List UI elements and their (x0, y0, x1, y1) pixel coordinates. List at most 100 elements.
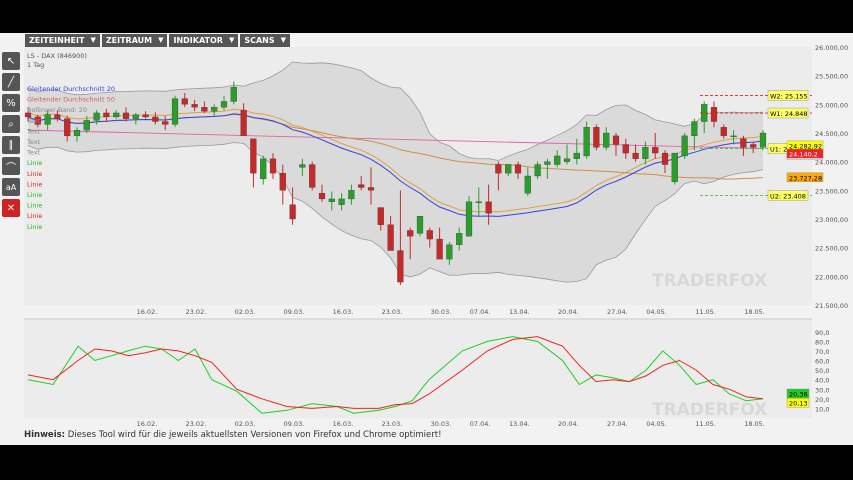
candle-body (348, 190, 355, 200)
candle-body (162, 121, 169, 125)
candle-body (465, 201, 473, 237)
x-tick-label: 11.05. (695, 308, 716, 316)
legend-entry: Text (26, 117, 41, 125)
x-tick-label: 30.03. (431, 308, 452, 316)
candle-body (387, 224, 394, 251)
level-label: W1: 24.848 (770, 110, 808, 118)
chart-area[interactable]: W2: 25.155W1: 24.848U1: 24.230U2: 23.408… (0, 33, 853, 428)
y-tick-label: 23.500,00 (815, 187, 848, 195)
candle-body (534, 164, 541, 177)
candle-body (426, 230, 433, 240)
candle-body (83, 120, 90, 131)
x-tick-label-osc: 16.03. (333, 420, 354, 428)
x-tick-label-osc: 04.05. (646, 420, 667, 428)
candle-body (309, 164, 316, 188)
legend-entry: Linie (27, 191, 42, 199)
x-tick-label-osc: 16.02. (137, 420, 158, 428)
candle-body (514, 164, 522, 174)
candle-body (289, 204, 296, 220)
x-tick-label: 13.04. (509, 308, 530, 316)
x-tick-label-osc: 27.04. (607, 420, 628, 428)
instrument-label: LS - DAX (846900) (27, 52, 87, 60)
candle-body (54, 114, 61, 119)
candle-body (64, 118, 71, 137)
x-tick-label-osc: 11.05. (695, 420, 716, 428)
y-tick-label: 25.500,00 (815, 73, 848, 81)
x-tick-label: 07.04. (470, 308, 491, 316)
candle-body (710, 107, 718, 122)
candle-body (142, 114, 149, 118)
legend-entry: Linie (27, 223, 42, 231)
y-tick-label: 21.500,00 (815, 302, 848, 310)
y-tick-label: 25.000,00 (815, 101, 848, 109)
osc-y-tick-label: 90,0 (815, 329, 829, 337)
osc-y-tick-label: 70,0 (815, 348, 829, 356)
candle (681, 133, 688, 159)
legend-entry: Gleitender Durchschnitt 20 (27, 85, 115, 93)
candle-body (750, 144, 757, 148)
candle-body (475, 201, 482, 203)
candle-body (759, 132, 767, 148)
candle-body (103, 112, 110, 118)
y-tick-label: 22.500,00 (815, 245, 848, 253)
candle-body (495, 164, 502, 174)
candle-body (642, 147, 649, 159)
x-tick-label: 16.03. (333, 308, 354, 316)
candle (593, 124, 600, 151)
timeframe-label: 1 Tag (27, 61, 44, 69)
watermark-text-osc: TRADERFOX (652, 400, 767, 420)
x-tick-label-osc: 23.03. (382, 420, 403, 428)
candle-body (181, 98, 188, 105)
hint-label: Hinweis: (24, 430, 66, 440)
candle-body (661, 152, 669, 165)
candle (171, 95, 179, 128)
x-tick-label-osc: 20.04. (558, 420, 579, 428)
x-tick-label-osc: 23.02. (186, 420, 207, 428)
y-tick-label: 22.000,00 (815, 273, 848, 281)
candle-body (328, 198, 335, 202)
x-tick-label: 09.03. (284, 308, 305, 316)
legend-entry: Text (26, 127, 41, 135)
candle-body (220, 101, 228, 108)
candle-body (740, 138, 747, 148)
x-tick-label: 04.05. (646, 308, 667, 316)
osc-y-tick-label: 80,0 (815, 338, 829, 346)
legend-entry: Text (26, 138, 41, 146)
candle-body (201, 107, 208, 112)
legend-entry: Linie (27, 212, 42, 220)
osc-y-tick-label: 10,0 (815, 405, 829, 413)
y-tick-label: 23.000,00 (815, 216, 848, 224)
candle-body (612, 135, 620, 145)
candle-body (250, 138, 257, 174)
candle-body (397, 250, 404, 283)
candle-body (171, 98, 179, 125)
candle-body (730, 135, 737, 138)
candle-body (456, 233, 463, 245)
legend-entry: Linie (27, 180, 42, 188)
osc-y-tick-label: 50,0 (815, 367, 829, 375)
x-tick-label: 27.04. (607, 308, 628, 316)
candle-body (377, 207, 384, 225)
candle-body (269, 158, 277, 174)
legend-entry: Linie (27, 202, 42, 210)
candle-body (260, 158, 267, 180)
candle-body (632, 152, 639, 159)
candle-body (93, 112, 100, 121)
candle-body (358, 184, 365, 188)
x-tick-label: 23.03. (382, 308, 403, 316)
candle-body (485, 201, 492, 214)
osc-y-tick-label: 20,0 (815, 396, 829, 404)
x-tick-label: 20.04. (558, 308, 579, 316)
candle-body (524, 175, 531, 194)
candle-body (152, 116, 159, 122)
legend-entry: Linie (27, 159, 42, 167)
osc-y-tick-label: 30,0 (815, 386, 829, 394)
x-tick-label-osc: 18.05. (744, 420, 765, 428)
legend-entry: Gleitender Durchschnitt 50 (27, 96, 115, 104)
level-label: U2: 23.408 (770, 193, 806, 201)
legend-entry: Bollinger Band: 20 (27, 106, 87, 114)
candle-body (583, 127, 590, 157)
candle-body (573, 152, 580, 159)
price-tag-label: 24.140,2 (789, 151, 818, 159)
candle-body (622, 144, 629, 154)
